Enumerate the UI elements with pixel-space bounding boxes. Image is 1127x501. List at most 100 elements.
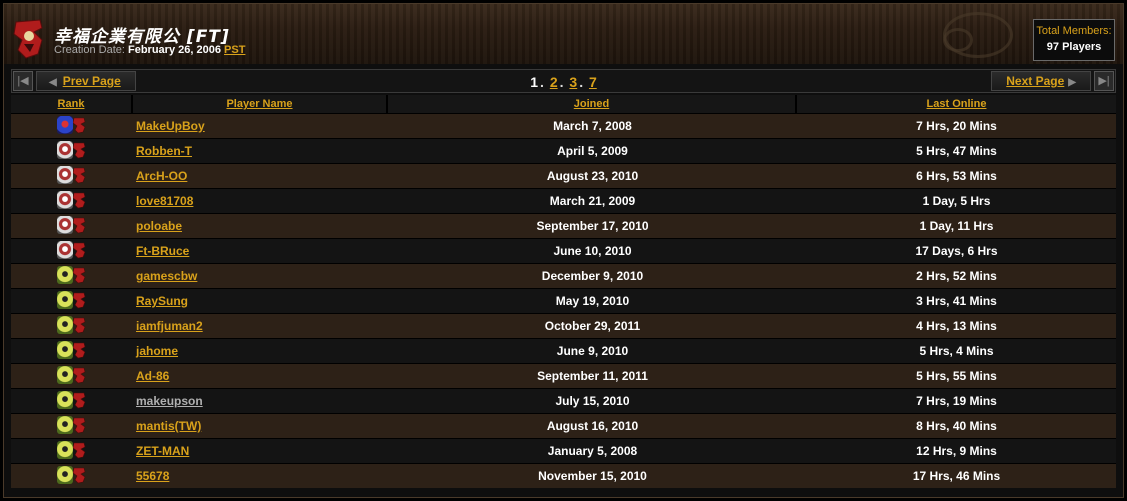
rank-2-icon [57, 241, 73, 259]
next-page-label: Next Page [1006, 74, 1065, 88]
table-row: Ad-86 September 11, 2011 5 Hrs, 55 Mins [11, 363, 1116, 388]
joined-date: May 19, 2010 [555, 294, 630, 308]
total-members-label: Total Members: [1036, 25, 1112, 37]
player-name-cell: Ft-BRuce [133, 244, 388, 258]
chevron-right-icon: ▶ [1068, 77, 1076, 88]
page-link-7[interactable]: 7 [589, 74, 597, 90]
rank-2-icon [57, 216, 73, 234]
rank-cell [11, 389, 133, 413]
joined-date: October 29, 2011 [544, 319, 641, 333]
last-online: 17 Hrs, 46 Mins [912, 469, 1001, 483]
rank-2-icon [57, 191, 73, 209]
last-online: 5 Hrs, 55 Mins [916, 369, 997, 383]
last-online: 5 Hrs, 4 Mins [919, 344, 994, 358]
rank-cell [11, 314, 133, 338]
last-online: 1 Day, 5 Hrs [922, 194, 991, 208]
player-name-link[interactable]: ArcH-OO [136, 169, 187, 183]
joined-date: March 7, 2008 [553, 119, 632, 133]
last-online: 7 Hrs, 19 Mins [916, 394, 997, 408]
rank-3-icon [57, 341, 73, 359]
rank-cell [11, 264, 133, 288]
player-name-link[interactable]: iamfjuman2 [136, 319, 203, 333]
clan-emblem-icon [73, 192, 86, 209]
members-table: Rank Player Name Joined Last Online Make… [11, 95, 1116, 488]
player-name-cell: love81708 [133, 194, 388, 208]
joined-date: September 11, 2011 [537, 369, 648, 383]
creation-label: Creation Date: [54, 44, 125, 56]
player-name-link[interactable]: makeupson [136, 394, 203, 408]
page-numbers: 1. 2. 3. 7 [530, 74, 597, 90]
rank-cell [11, 214, 133, 238]
player-name-link[interactable]: 55678 [136, 469, 169, 483]
joined-date: March 21, 2009 [549, 194, 636, 208]
rank-cell [11, 364, 133, 388]
last-online: 12 Hrs, 9 Mins [916, 444, 997, 458]
decorative-swirl [943, 28, 973, 52]
player-name-link[interactable]: poloabe [136, 219, 182, 233]
clan-emblem-icon [73, 392, 86, 409]
table-row: Ft-BRuce June 10, 2010 17 Days, 6 Hrs [11, 238, 1116, 263]
last-online: 3 Hrs, 41 Mins [916, 294, 997, 308]
clan-emblem-icon [73, 342, 86, 359]
sort-by-player-name[interactable]: Player Name [133, 95, 388, 113]
player-name-link[interactable]: Ft-BRuce [136, 244, 189, 258]
player-name-cell: ZET-MAN [133, 444, 388, 458]
last-online: 6 Hrs, 53 Mins [916, 169, 997, 183]
last-online: 8 Hrs, 40 Mins [916, 419, 997, 433]
player-name-link[interactable]: jahome [136, 344, 178, 358]
clan-emblem-icon [73, 442, 86, 459]
player-name-link[interactable]: gamescbw [136, 269, 197, 283]
next-page-button[interactable]: Next Page ▶ [991, 71, 1091, 91]
player-name-cell: iamfjuman2 [133, 319, 388, 333]
player-name-cell: 55678 [133, 469, 388, 483]
sort-by-joined[interactable]: Joined [388, 95, 797, 113]
joined-date: September 17, 2010 [536, 219, 649, 233]
last-online: 4 Hrs, 13 Mins [916, 319, 997, 333]
player-name-link[interactable]: ZET-MAN [136, 444, 189, 458]
clan-emblem-icon [73, 117, 86, 134]
clan-emblem-icon [73, 242, 86, 259]
player-name-cell: Ad-86 [133, 369, 388, 383]
player-name-link[interactable]: MakeUpBoy [136, 119, 205, 133]
joined-date: July 15, 2010 [555, 394, 630, 408]
sort-by-rank[interactable]: Rank [11, 95, 133, 113]
clan-emblem-icon [73, 142, 86, 159]
rank-2-icon [57, 141, 73, 159]
player-name-link[interactable]: love81708 [136, 194, 193, 208]
joined-date: June 10, 2010 [553, 244, 632, 258]
rank-cell [11, 289, 133, 313]
total-members-box: Total Members: 97 Players [1033, 19, 1115, 61]
creation-date: Creation Date: February 26, 2006 PST [54, 44, 245, 56]
rank-2-icon [57, 166, 73, 184]
joined-date: November 15, 2010 [538, 469, 647, 483]
table-row: 55678 November 15, 2010 17 Hrs, 46 Mins [11, 463, 1116, 488]
table-row: mantis(TW) August 16, 2010 8 Hrs, 40 Mins [11, 413, 1116, 438]
clan-emblem-icon [73, 417, 86, 434]
table-row: ZET-MAN January 5, 2008 12 Hrs, 9 Mins [11, 438, 1116, 463]
page-link-3[interactable]: 3 [569, 74, 577, 90]
table-row: love81708 March 21, 2009 1 Day, 5 Hrs [11, 188, 1116, 213]
player-name-link[interactable]: mantis(TW) [136, 419, 201, 433]
player-name-cell: RaySung [133, 294, 388, 308]
timezone-link[interactable]: PST [224, 44, 245, 56]
table-row: poloabe September 17, 2010 1 Day, 11 Hrs [11, 213, 1116, 238]
player-name-link[interactable]: RaySung [136, 294, 188, 308]
sort-by-last-online[interactable]: Last Online [797, 95, 1116, 113]
table-row: jahome June 9, 2010 5 Hrs, 4 Mins [11, 338, 1116, 363]
clan-emblem-icon [73, 267, 86, 284]
player-name-cell: makeupson [133, 394, 388, 408]
table-row: iamfjuman2 October 29, 2011 4 Hrs, 13 Mins [11, 313, 1116, 338]
last-page-button[interactable]: ▶| [1094, 71, 1114, 91]
page-link-2[interactable]: 2 [550, 74, 558, 90]
table-row: MakeUpBoy March 7, 2008 7 Hrs, 20 Mins [11, 113, 1116, 138]
clan-emblem-icon [13, 19, 43, 59]
player-name-cell: Robben-T [133, 144, 388, 158]
player-name-cell: poloabe [133, 219, 388, 233]
player-name-link[interactable]: Ad-86 [136, 369, 169, 383]
table-row: ArcH-OO August 23, 2010 6 Hrs, 53 Mins [11, 163, 1116, 188]
current-page: 1 [530, 74, 539, 90]
pagination-bar: |◀ ◀ Prev Page 1. 2. 3. 7 Next Page ▶ ▶| [11, 69, 1116, 93]
clan-emblem-icon [73, 367, 86, 384]
player-name-link[interactable]: Robben-T [136, 144, 192, 158]
rank-3-icon [57, 366, 73, 384]
